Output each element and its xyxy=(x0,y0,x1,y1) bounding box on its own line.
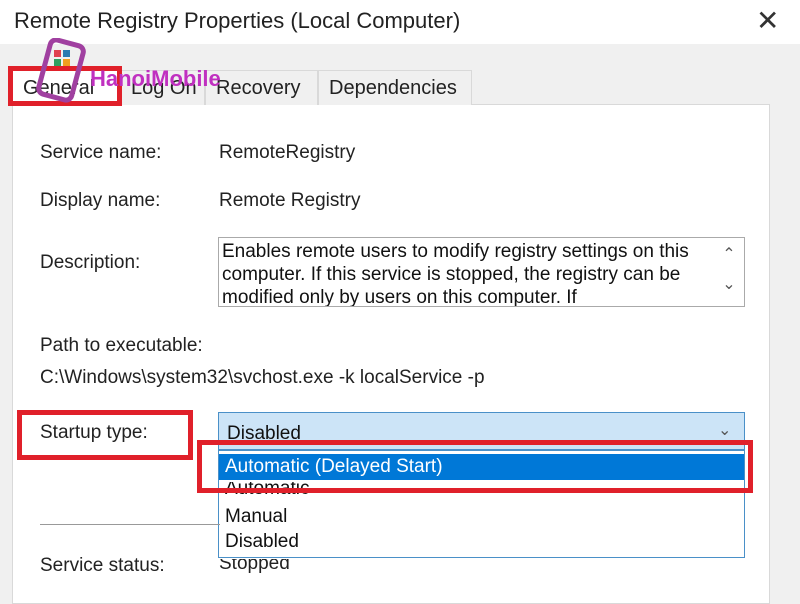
description-label: Description: xyxy=(40,252,141,273)
chevron-down-icon[interactable]: ⌄ xyxy=(718,420,731,440)
svg-text:HanoiMobile: HanoiMobile xyxy=(90,66,221,91)
option-manual[interactable]: Manual xyxy=(219,507,744,533)
service-status-label: Service status: xyxy=(40,555,165,576)
tab-dependencies[interactable]: Dependencies xyxy=(318,70,472,105)
annotation-box-selected-option xyxy=(197,440,753,493)
service-status-value: Stopped xyxy=(219,559,290,574)
path-value: C:\Windows\system32\svchost.exe -k local… xyxy=(40,367,485,388)
scroll-up-icon[interactable]: ⌃ xyxy=(716,240,742,270)
description-box[interactable]: Enables remote users to modify registry … xyxy=(218,237,745,307)
close-icon[interactable]: ✕ xyxy=(756,4,779,37)
watermark-logo: HanoiMobile xyxy=(36,38,221,103)
path-label: Path to executable: xyxy=(40,335,203,356)
window-title: Remote Registry Properties (Local Comput… xyxy=(14,8,461,33)
display-name-label: Display name: xyxy=(40,190,161,211)
service-name-label: Service name: xyxy=(40,142,162,163)
option-disabled[interactable]: Disabled xyxy=(219,532,744,558)
scroll-down-icon[interactable]: ⌄ xyxy=(716,270,742,300)
display-name-value: Remote Registry xyxy=(219,190,361,211)
description-scrollbar[interactable]: ⌃ ⌄ xyxy=(716,240,742,304)
separator xyxy=(40,524,220,525)
annotation-box-startup xyxy=(17,410,193,460)
service-name-value: RemoteRegistry xyxy=(219,142,356,163)
